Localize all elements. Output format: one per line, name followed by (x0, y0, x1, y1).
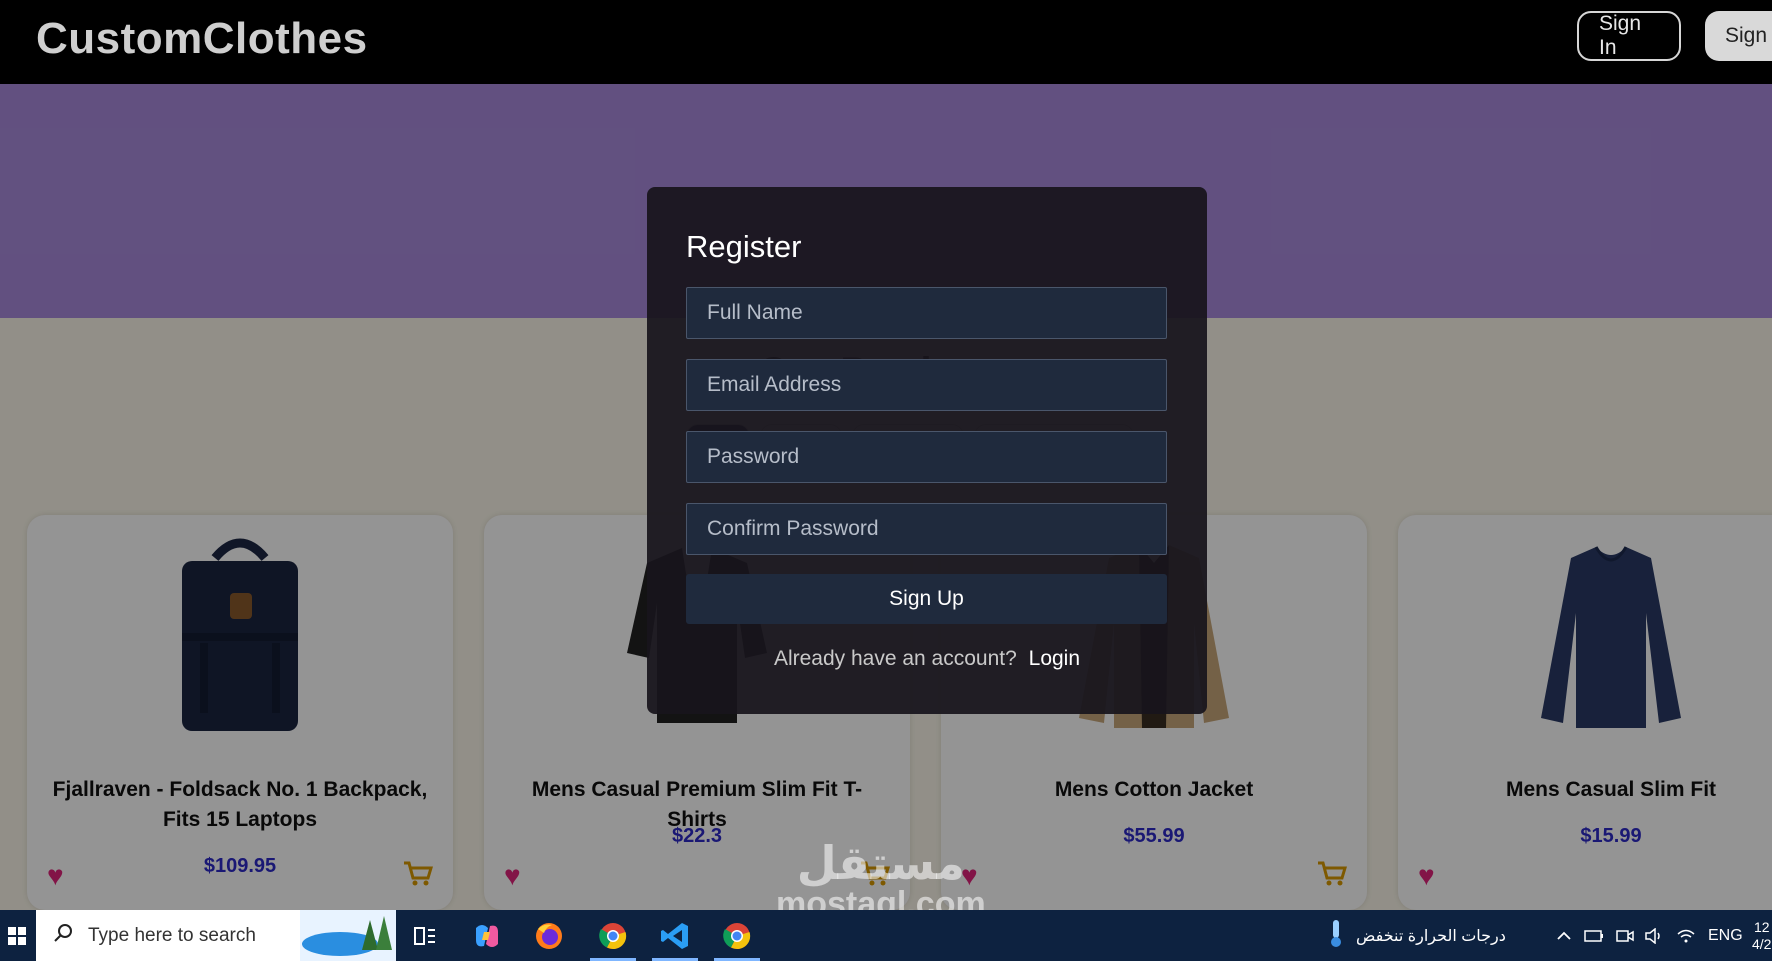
top-navbar: CustomClothes Sign In Sign Up (0, 0, 1772, 84)
clock-time: 12 (1753, 918, 1770, 935)
taskbar-search-input[interactable] (86, 923, 310, 948)
copilot-icon[interactable] (458, 910, 516, 961)
sign-in-button[interactable]: Sign In (1577, 11, 1681, 61)
thermometer-icon (1326, 918, 1346, 953)
weather-widget[interactable]: درجات الحرارة تنخفض (1326, 910, 1506, 961)
chrome-profile-icon[interactable] (708, 910, 766, 961)
password-input[interactable] (686, 431, 1167, 483)
taskbar-search[interactable] (36, 910, 396, 961)
sign-up-submit-button[interactable]: Sign Up (686, 574, 1167, 624)
search-icon (54, 923, 74, 948)
windows-start-icon[interactable] (0, 910, 34, 961)
clock-date: 4/2 (1752, 935, 1772, 952)
email-input[interactable] (686, 359, 1167, 411)
login-prompt-text: Already have an account? (773, 647, 1017, 670)
wifi-icon[interactable] (1676, 910, 1696, 961)
vscode-icon[interactable] (646, 910, 704, 961)
register-modal: Register Sign Up Already have an account… (647, 187, 1207, 714)
search-highlight-image (300, 910, 396, 961)
clock[interactable]: 12 4/2 (1752, 910, 1771, 961)
firefox-icon[interactable] (520, 910, 578, 961)
confirm-password-input[interactable] (686, 503, 1167, 555)
tray-chevron-icon[interactable] (1556, 910, 1572, 961)
brand-logo-text[interactable]: CustomClothes (36, 14, 368, 64)
os-taskbar: درجات الحرارة تنخفض ENG 12 4/2 (0, 910, 1772, 961)
watermark-arabic: مستقل (796, 837, 965, 889)
login-switch-row: Already have an account? Login (647, 647, 1207, 671)
language-indicator[interactable]: ENG (1708, 910, 1743, 961)
battery-icon[interactable] (1584, 910, 1604, 961)
task-view-icon[interactable] (396, 910, 454, 961)
modal-title: Register (686, 229, 802, 264)
full-name-input[interactable] (686, 287, 1167, 339)
login-link[interactable]: Login (1029, 647, 1080, 670)
volume-icon[interactable] (1644, 910, 1664, 961)
sign-up-button[interactable]: Sign Up (1705, 11, 1772, 61)
meet-now-icon[interactable] (1616, 910, 1634, 961)
chrome-icon[interactable] (584, 910, 642, 961)
weather-text: درجات الحرارة تنخفض (1356, 927, 1506, 945)
